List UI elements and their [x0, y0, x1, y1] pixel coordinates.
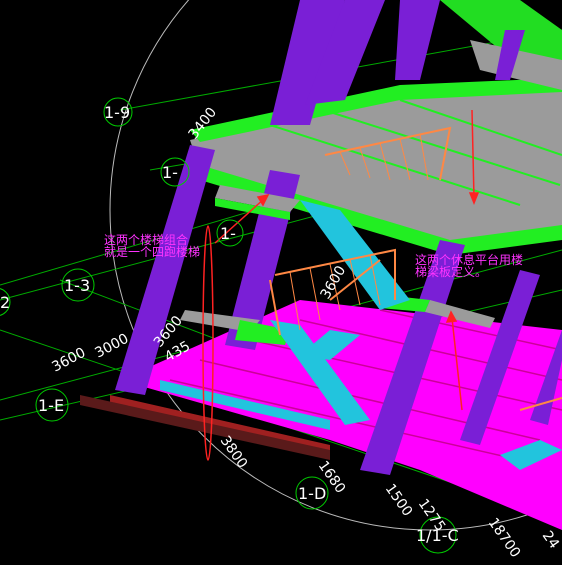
axis-bubble-2[interactable]: 2 [0, 288, 11, 316]
axis-label: 1-3 [64, 276, 90, 295]
axis-bubble-1-9[interactable]: 1-9 [103, 97, 133, 127]
axis-label: 1-E [38, 396, 64, 415]
note-line: 梯梁板定义。 [415, 264, 487, 279]
axis-label: 1- [162, 163, 178, 182]
model-viewport[interactable]: 1-9 1- 1- 1-3 2 1-E 1-D 1/1-C 3400 3600 … [0, 0, 562, 565]
note-line: 就是一个四跑楼梯 [104, 244, 200, 259]
axis-label: 1- [220, 224, 236, 243]
note-four-flight-stair: 这两个楼梯组合 就是一个四跑楼梯 [104, 232, 200, 259]
axis-label: 1-9 [104, 103, 130, 122]
axis-label: 1-D [298, 484, 326, 503]
axis-label: 2 [0, 293, 10, 312]
